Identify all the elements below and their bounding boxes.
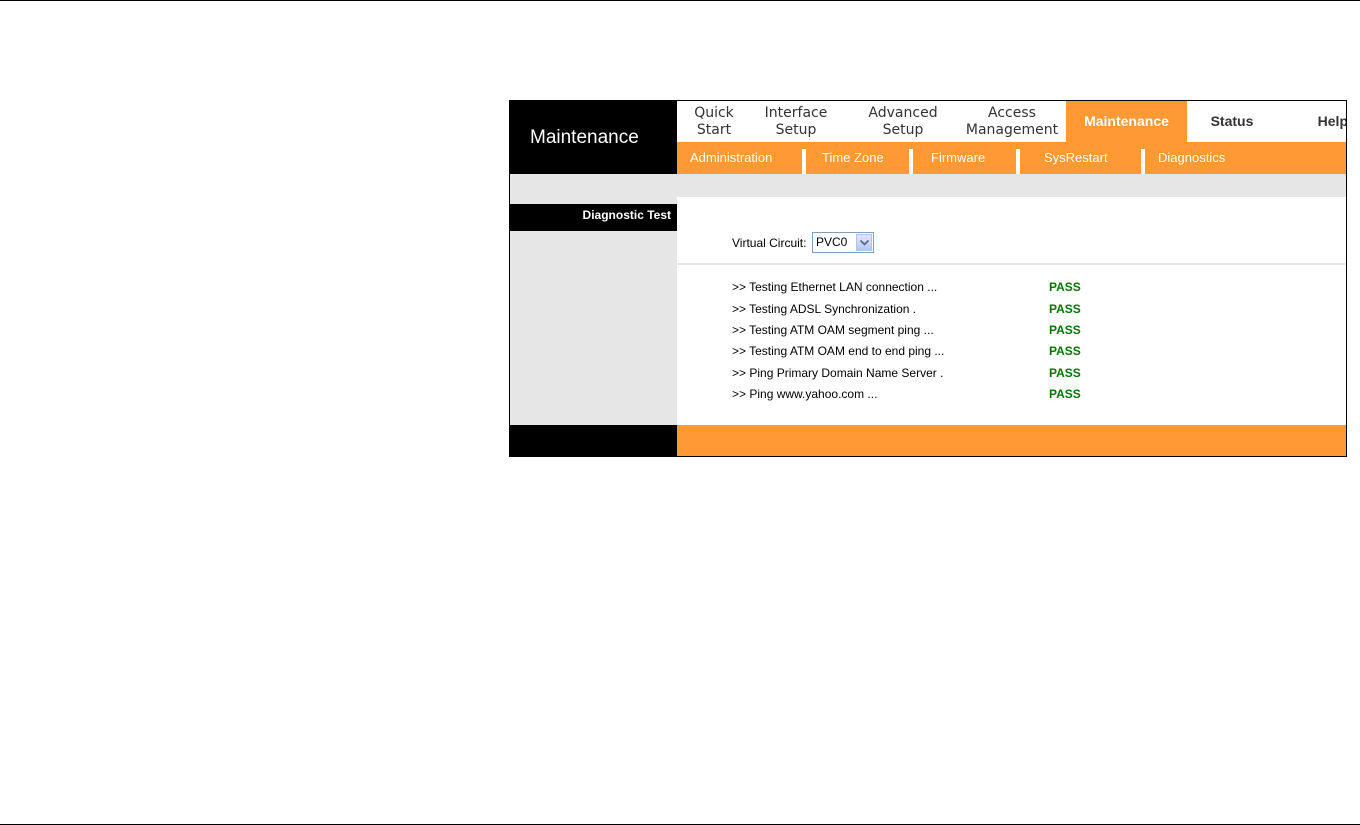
test-result: PASS <box>1049 366 1081 380</box>
subnav-separator <box>1016 149 1020 174</box>
nav-label-line: Setup <box>775 121 817 138</box>
sub-navigation: Administration Time Zone Firmware SysRes… <box>677 142 1346 174</box>
test-name: >> Testing ATM OAM end to end ping ... <box>732 344 945 358</box>
test-result: PASS <box>1049 344 1081 358</box>
test-name: >> Testing ADSL Synchronization . <box>732 302 917 316</box>
test-name: >> Ping Primary Domain Name Server . <box>732 366 944 380</box>
nav-interface-setup[interactable]: Interface Setup <box>751 101 841 142</box>
virtual-circuit-value: PVC0 <box>816 235 848 249</box>
nav-label-line: Start <box>696 121 732 138</box>
nav-quick-start[interactable]: Quick Start <box>677 101 751 142</box>
nav-maintenance[interactable]: Maintenance <box>1066 101 1187 142</box>
test-name: >> Testing Ethernet LAN connection ... <box>732 280 938 294</box>
test-result: PASS <box>1049 323 1081 337</box>
nav-label: Help <box>1317 113 1347 129</box>
gray-band <box>510 174 1346 197</box>
nav-label-line: Interface <box>764 104 828 121</box>
nav-label-line: Setup <box>882 121 924 138</box>
virtual-circuit-select[interactable]: PVC0 <box>812 232 874 253</box>
nav-access-management[interactable]: Access Management <box>949 101 1075 142</box>
subnav-diagnostics[interactable]: Diagnostics <box>1158 142 1225 174</box>
nav-status[interactable]: Status <box>1187 101 1277 142</box>
subnav-sysrestart[interactable]: SysRestart <box>1044 142 1108 174</box>
test-name: >> Testing ATM OAM segment ping ... <box>732 323 934 337</box>
nav-help[interactable]: Help <box>1302 101 1347 142</box>
router-admin-panel: Maintenance Quick Start Interface Setup … <box>509 100 1347 457</box>
footer-left <box>510 425 677 456</box>
test-name: >> Ping www.yahoo.com ... <box>732 387 878 401</box>
nav-label: Status <box>1210 113 1254 129</box>
subnav-time-zone[interactable]: Time Zone <box>822 142 884 174</box>
subnav-firmware[interactable]: Firmware <box>931 142 985 174</box>
section-title: Maintenance <box>510 101 677 174</box>
test-result: PASS <box>1049 302 1081 316</box>
top-rule <box>0 0 1360 1</box>
subnav-separator <box>802 149 806 174</box>
nav-label-line: Quick <box>694 104 734 121</box>
subnav-separator <box>1141 149 1145 174</box>
subnav-separator <box>909 149 913 174</box>
footer-bar <box>677 425 1346 456</box>
nav-label-line: Advanced <box>868 104 938 121</box>
left-column <box>510 197 677 425</box>
nav-label-line: Management <box>965 121 1059 138</box>
top-navigation: Quick Start Interface Setup Advanced Set… <box>677 101 1347 142</box>
chevron-down-icon[interactable] <box>856 234 872 251</box>
test-result: PASS <box>1049 387 1081 401</box>
nav-label-line: Access <box>988 104 1036 121</box>
nav-label: Maintenance <box>1084 113 1169 129</box>
test-result: PASS <box>1049 280 1081 294</box>
nav-advanced-setup[interactable]: Advanced Setup <box>841 101 965 142</box>
subnav-administration[interactable]: Administration <box>690 142 772 174</box>
left-section-label: Diagnostic Test <box>510 204 677 231</box>
content-divider <box>677 263 1346 265</box>
virtual-circuit-label: Virtual Circuit: <box>732 236 807 250</box>
